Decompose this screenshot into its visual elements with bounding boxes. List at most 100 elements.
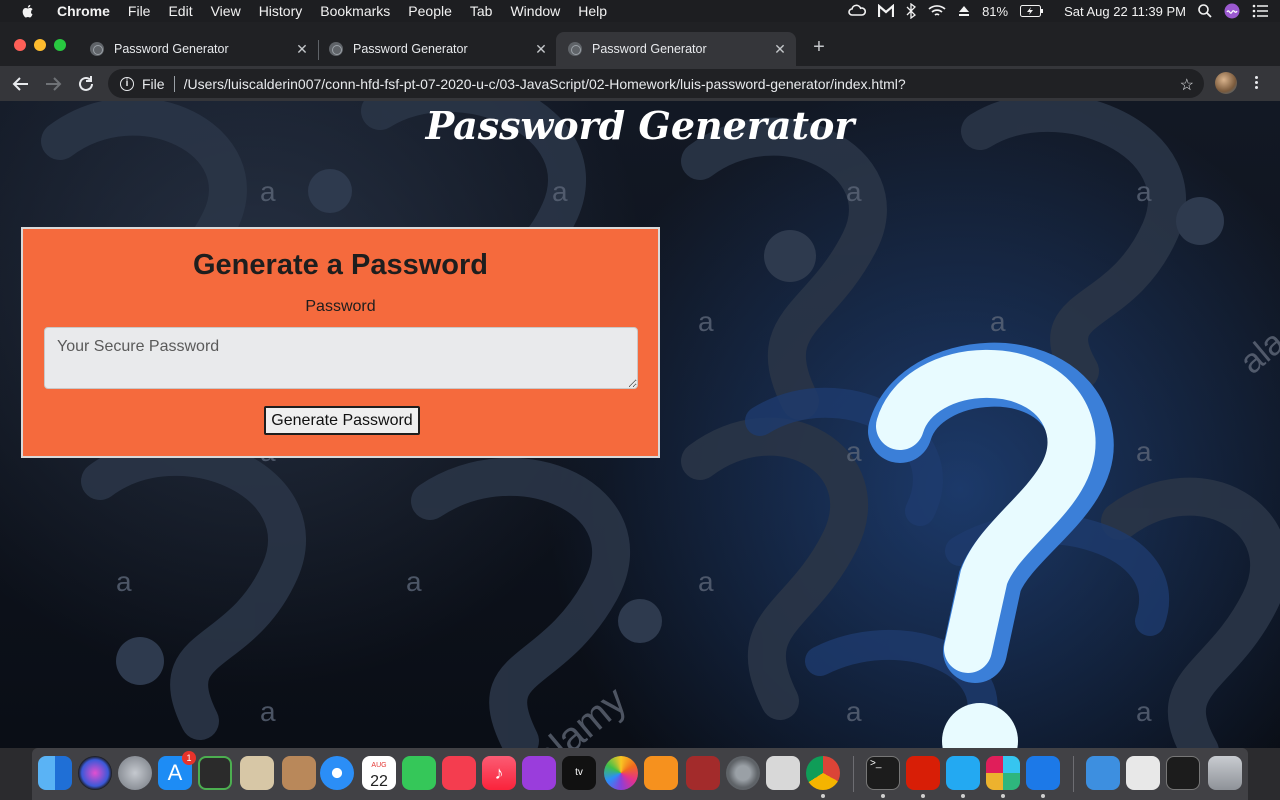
svg-text:a: a — [698, 306, 714, 337]
preview-icon[interactable] — [766, 756, 800, 790]
menu-bar-status-area: 81% Sat Aug 22 11:39 PM — [848, 0, 1280, 22]
finder-icon[interactable] — [38, 756, 72, 790]
mission-control-icon[interactable] — [198, 756, 232, 790]
alamy-watermark: alamy — [525, 678, 635, 748]
browser-tab-2[interactable]: Password Generator ✕ — [317, 32, 557, 66]
tab-close-icon[interactable]: ✕ — [292, 41, 312, 58]
display-stack-icon[interactable] — [1166, 756, 1200, 790]
notification-center-icon[interactable] — [1252, 4, 1268, 18]
globe-favicon-icon — [568, 42, 582, 56]
creative-cloud-icon[interactable] — [848, 4, 867, 18]
password-card: Generate a Password Password Generate Pa… — [21, 227, 660, 458]
system-preferences-icon[interactable] — [726, 756, 760, 790]
site-info-icon[interactable]: i — [120, 76, 134, 91]
apple-logo-icon[interactable] — [20, 3, 36, 19]
chrome-menu-icon[interactable] — [1248, 74, 1264, 94]
launchpad-icon[interactable] — [118, 756, 152, 790]
password-field-label: Password — [305, 298, 376, 315]
calendar-icon[interactable]: AUG 22 — [362, 756, 396, 790]
photo-booth-icon[interactable] — [686, 756, 720, 790]
window-close-button[interactable] — [14, 39, 26, 51]
music-icon[interactable]: ♪ — [482, 756, 516, 790]
tab-title: Password Generator — [353, 42, 468, 56]
macos-menu-bar: Chrome File Edit View History Bookmarks … — [0, 0, 1280, 22]
running-indicator — [1041, 794, 1045, 798]
books-icon[interactable] — [644, 756, 678, 790]
safari-icon[interactable] — [320, 756, 354, 790]
menu-history[interactable]: History — [250, 0, 312, 22]
menu-people[interactable]: People — [399, 0, 461, 22]
battery-charging-icon[interactable] — [1020, 5, 1044, 17]
menu-edit[interactable]: Edit — [159, 0, 201, 22]
menu-bookmarks[interactable]: Bookmarks — [311, 0, 399, 22]
svg-text:a: a — [260, 176, 276, 207]
vscode-icon[interactable] — [946, 756, 980, 790]
browser-tab-strip: Password Generator ✕ Password Generator … — [0, 22, 1280, 66]
photos-icon[interactable] — [604, 756, 638, 790]
svg-text:a: a — [846, 696, 862, 727]
siri-dock-icon[interactable] — [78, 756, 112, 790]
menu-help[interactable]: Help — [569, 0, 616, 22]
news-icon[interactable] — [442, 756, 476, 790]
page-viewport: aaaa aa aaa aaaa aaa alamy ala Password … — [0, 101, 1280, 748]
menu-bar-clock[interactable]: Sat Aug 22 11:39 PM — [1064, 4, 1186, 19]
url-text[interactable]: /Users/luiscalderin007/conn-hfd-fsf-pt-0… — [184, 76, 906, 92]
svg-text:a: a — [552, 176, 568, 207]
window-fullscreen-button[interactable] — [54, 39, 66, 51]
xcode-icon[interactable] — [1026, 756, 1060, 790]
spotlight-search-icon[interactable] — [1198, 4, 1212, 18]
menu-app-name[interactable]: Chrome — [48, 0, 119, 22]
gmail-m-icon[interactable] — [878, 4, 895, 18]
messages-icon[interactable] — [402, 756, 436, 790]
mail-icon[interactable] — [240, 756, 274, 790]
new-tab-plus-icon[interactable]: + — [808, 36, 830, 59]
battery-percentage: 81% — [982, 3, 1009, 19]
tab-close-icon[interactable]: ✕ — [531, 41, 551, 58]
podcasts-icon[interactable] — [522, 756, 556, 790]
browser-toolbar: i File /Users/luiscalderin007/conn-hfd-f… — [0, 66, 1280, 101]
globe-favicon-icon — [90, 42, 104, 56]
bluetooth-icon[interactable] — [906, 3, 917, 19]
eject-icon[interactable] — [958, 5, 970, 17]
tab-title: Password Generator — [114, 42, 229, 56]
running-indicator — [961, 794, 965, 798]
chrome-dock-icon[interactable] — [806, 756, 840, 790]
browser-tab-3-active[interactable]: Password Generator ✕ — [556, 32, 796, 66]
address-bar[interactable]: i File /Users/luiscalderin007/conn-hfd-f… — [108, 69, 1204, 98]
siri-icon[interactable] — [1224, 3, 1240, 19]
page-heading: Password Generator — [425, 103, 855, 148]
downloads-folder-icon[interactable] — [1086, 756, 1120, 790]
slack-icon[interactable] — [986, 756, 1020, 790]
back-arrow-icon[interactable] — [10, 73, 32, 95]
url-scheme-label: File — [142, 75, 165, 92]
bookmark-star-icon[interactable]: ☆ — [1180, 75, 1194, 95]
apple-tv-icon[interactable]: tv — [562, 756, 596, 790]
tab-title: Password Generator — [592, 42, 707, 56]
forward-arrow-icon[interactable] — [42, 73, 64, 95]
globe-favicon-icon — [329, 42, 343, 56]
running-indicator — [1001, 794, 1005, 798]
profile-avatar[interactable] — [1215, 72, 1237, 94]
generate-password-button[interactable]: Generate Password — [264, 406, 420, 435]
screenshot-stack-icon[interactable] — [1126, 756, 1160, 790]
menu-view[interactable]: View — [202, 0, 250, 22]
trash-icon[interactable] — [1208, 756, 1242, 790]
omnibox-divider — [173, 75, 175, 92]
terminal-icon[interactable]: >_ — [866, 756, 900, 790]
running-indicator — [821, 794, 825, 798]
svg-text:a: a — [990, 306, 1006, 337]
menu-tab[interactable]: Tab — [461, 0, 502, 22]
reload-icon[interactable] — [75, 73, 97, 95]
menu-file[interactable]: File — [119, 0, 160, 22]
menu-window[interactable]: Window — [501, 0, 569, 22]
acrobat-icon[interactable] — [906, 756, 940, 790]
wifi-icon[interactable] — [928, 4, 946, 18]
svg-text:a: a — [116, 566, 132, 597]
calendar-month: AUG — [371, 762, 387, 769]
window-minimize-button[interactable] — [34, 39, 46, 51]
contacts-icon[interactable] — [282, 756, 316, 790]
svg-text:a: a — [846, 436, 862, 467]
browser-tab-1[interactable]: Password Generator ✕ — [78, 32, 318, 66]
password-output-field[interactable] — [44, 327, 638, 389]
tab-close-icon[interactable]: ✕ — [770, 41, 790, 58]
